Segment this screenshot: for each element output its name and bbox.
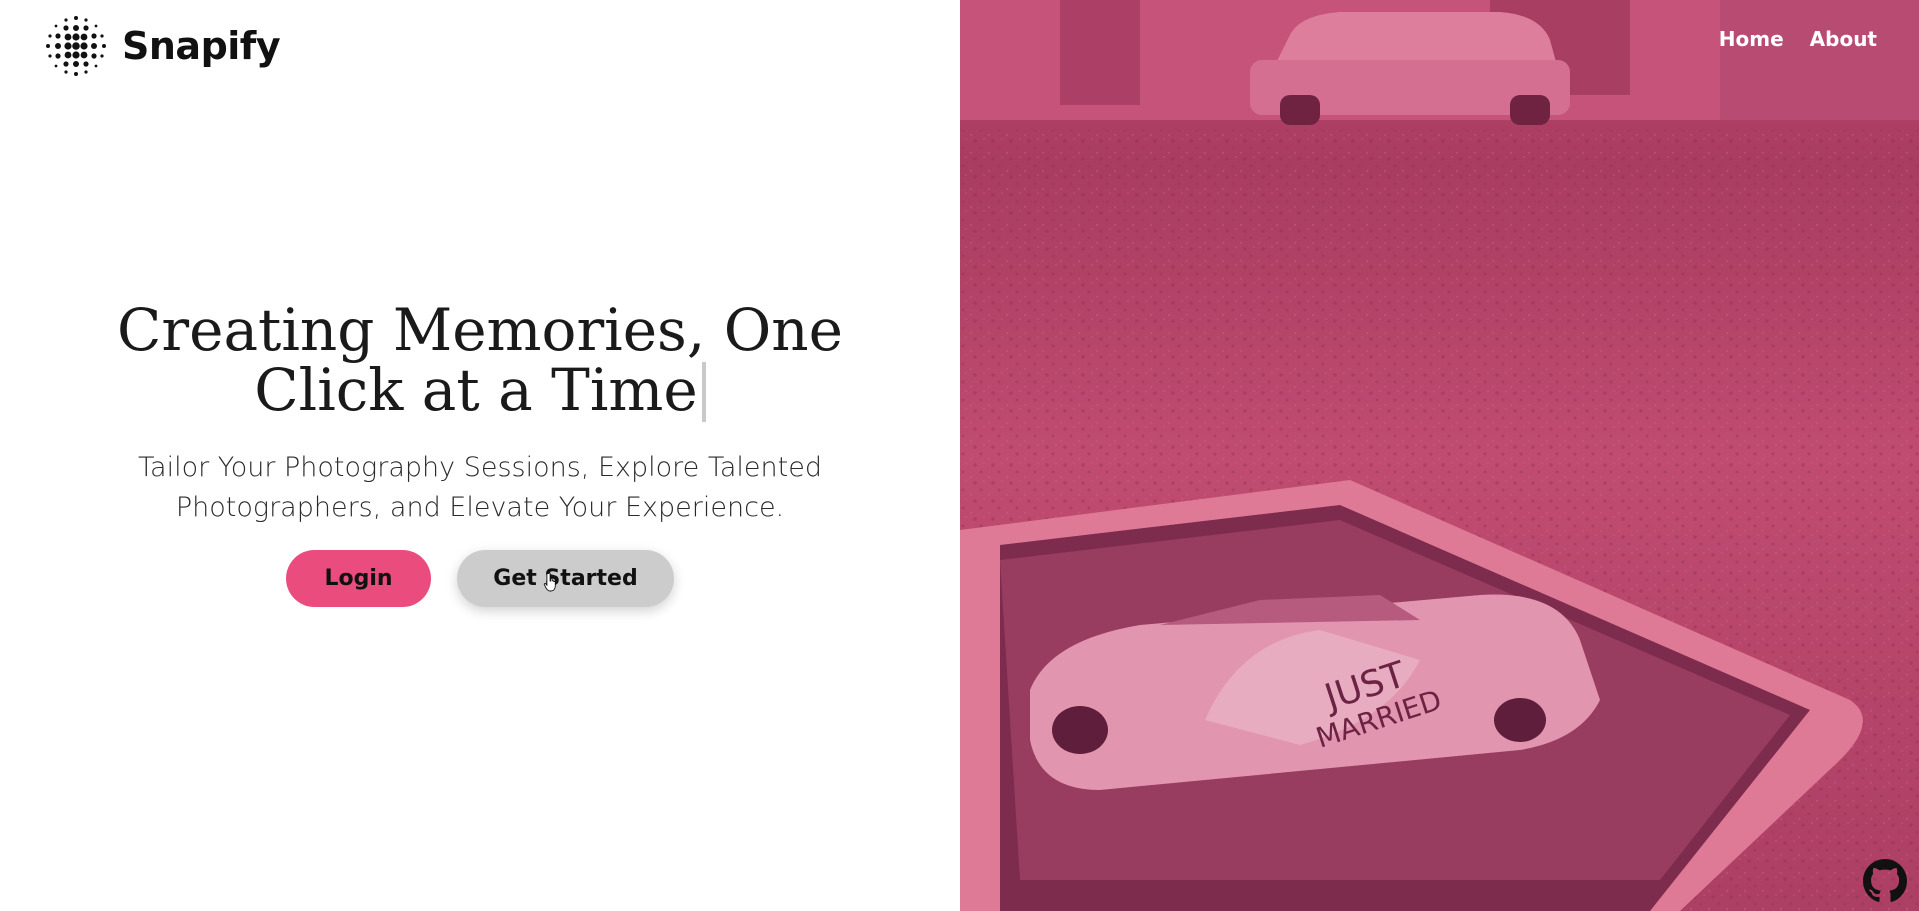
hero-photo-panel: JUST MARRIED Home About [960,0,1919,911]
wedding-photo-image: JUST MARRIED [960,0,1919,911]
get-started-label: Get Started [493,566,638,591]
nav-about-link[interactable]: About [1810,27,1877,51]
typing-caret [701,362,706,422]
hero-title-line2-wrap: Click at a Time [254,360,706,422]
hero: Creating Memories, One Click at a Time T… [0,300,960,607]
brand[interactable]: Snapify [44,14,281,78]
nav-home-link[interactable]: Home [1719,27,1784,51]
hero-title-line1: Creating Memories, One [117,296,843,364]
dot-grid-logo-icon [46,16,106,76]
cta-buttons: Login Get Started [0,550,960,607]
github-icon[interactable] [1863,859,1907,903]
login-button[interactable]: Login [286,550,431,607]
hand-pointer-cursor-icon [543,572,556,592]
top-nav: Home About [1719,27,1877,51]
left-panel: Snapify Creating Memories, One Click at … [0,0,960,911]
get-started-button[interactable]: Get Started [457,550,674,607]
hero-subtitle: Tailor Your Photography Sessions, Explor… [138,452,822,523]
brand-name: Snapify [122,24,281,68]
hero-title-line2: Click at a Time [254,356,698,424]
hero-title: Creating Memories, One Click at a Time [0,300,960,422]
